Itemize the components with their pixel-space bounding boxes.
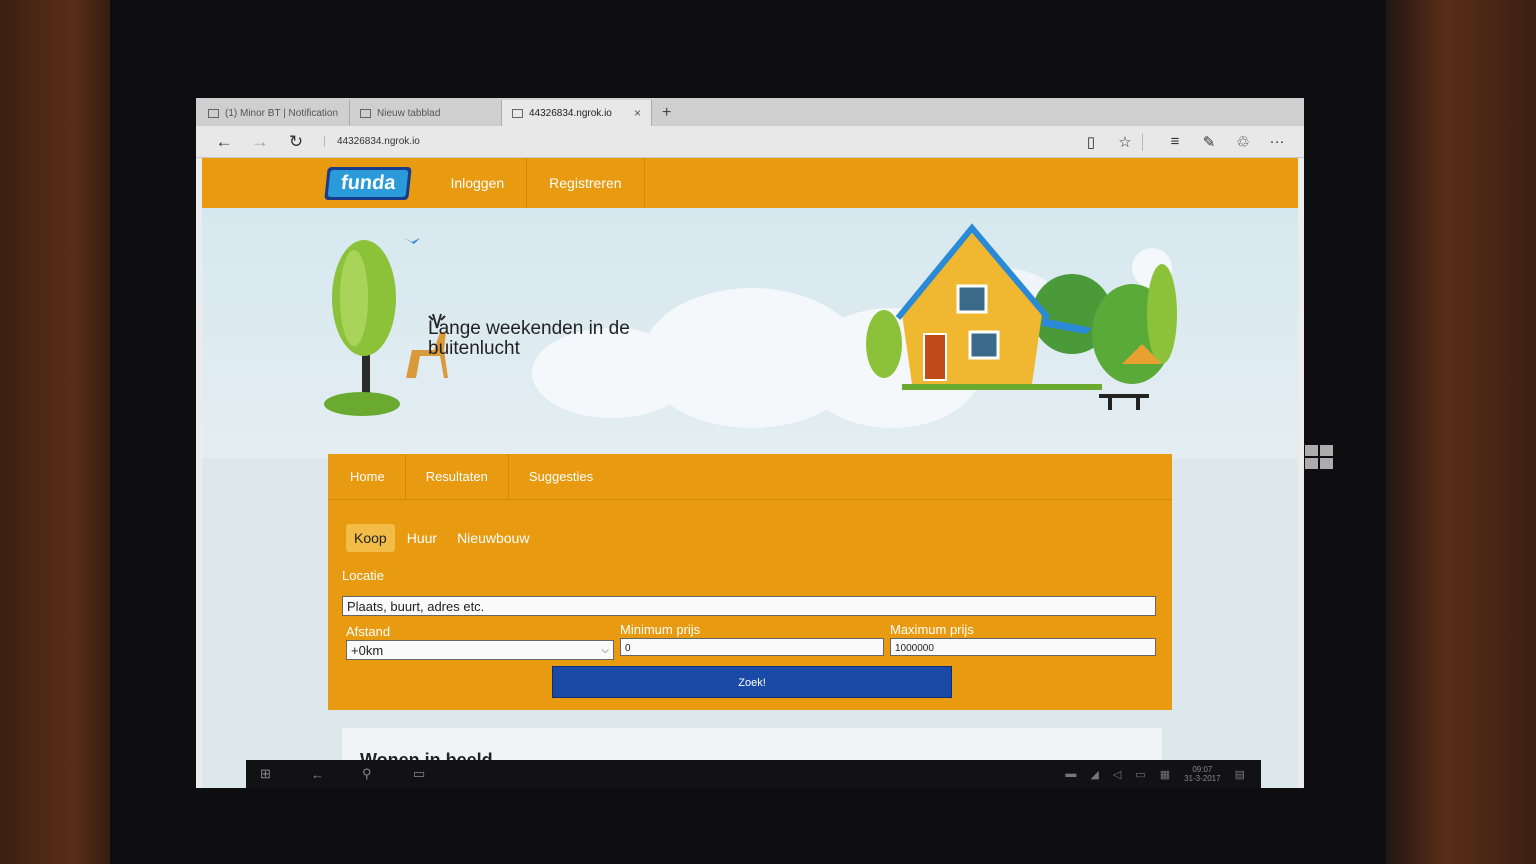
search-icon[interactable]: ⚲ bbox=[362, 766, 413, 782]
more-icon[interactable]: ··· bbox=[1260, 133, 1294, 150]
clock-date: 31-3-2017 bbox=[1184, 774, 1221, 783]
wood-frame-right bbox=[1386, 0, 1536, 864]
login-link[interactable]: Inloggen bbox=[428, 158, 528, 208]
start-icon[interactable]: ⊞ bbox=[260, 766, 311, 782]
logo-text: funda bbox=[327, 169, 409, 197]
tab-huur[interactable]: Huur bbox=[399, 524, 445, 552]
browser-addressbar: ← → ↻ 44326834.ngrok.io ▯ ☆ ≡ ✎ ♲ ··· bbox=[196, 126, 1304, 158]
refresh-icon[interactable]: ↻ bbox=[278, 132, 314, 152]
location-input[interactable]: Plaats, buurt, adres etc. bbox=[342, 596, 1156, 616]
register-link[interactable]: Registreren bbox=[527, 158, 645, 208]
share-icon[interactable]: ♲ bbox=[1226, 133, 1260, 151]
tab-label: 44326834.ngrok.io bbox=[529, 107, 612, 119]
tab-nieuwbouw[interactable]: Nieuwbouw bbox=[449, 524, 537, 552]
subnav-resultaten[interactable]: Resultaten bbox=[406, 453, 509, 500]
hero-title: Lange weekenden in de buitenlucht bbox=[428, 318, 630, 359]
action-center-icon[interactable]: ▤ bbox=[1235, 768, 1245, 781]
taskbar-back-icon[interactable]: ← bbox=[311, 767, 362, 782]
subnav-suggesties[interactable]: Suggesties bbox=[509, 454, 613, 500]
url-field[interactable]: 44326834.ngrok.io bbox=[324, 136, 1074, 147]
max-price-label: Maximum prijs bbox=[890, 622, 974, 637]
min-price-input[interactable]: 0 bbox=[620, 638, 884, 656]
forward-icon[interactable]: → bbox=[242, 132, 278, 152]
distance-select[interactable]: +0km ⌵ bbox=[346, 640, 614, 660]
favorite-star-icon[interactable]: ☆ bbox=[1108, 133, 1142, 151]
max-price-input[interactable]: 1000000 bbox=[890, 638, 1156, 656]
page-icon bbox=[208, 108, 219, 118]
page-icon bbox=[360, 108, 371, 118]
distance-value: +0km bbox=[351, 643, 384, 658]
browser-tabbar: (1) Minor BT | Notification Nieuw tabbla… bbox=[196, 98, 1304, 126]
tab-close-icon[interactable]: × bbox=[634, 106, 641, 120]
search-form: Koop Huur Nieuwbouw Locatie Plaats, buur… bbox=[342, 500, 1158, 710]
page-icon bbox=[512, 108, 523, 118]
tab-label: Nieuw tabblad bbox=[377, 107, 441, 119]
back-icon[interactable]: ← bbox=[206, 132, 242, 152]
new-tab-button[interactable]: + bbox=[652, 100, 681, 126]
funda-logo[interactable]: funda bbox=[324, 166, 413, 200]
type-tabs: Koop Huur Nieuwbouw bbox=[346, 524, 537, 552]
house-illustration bbox=[866, 223, 1177, 410]
clock-time: 09:07 bbox=[1192, 765, 1213, 774]
keyboard-icon[interactable]: ▦ bbox=[1160, 768, 1170, 781]
tab-label: (1) Minor BT | Notification bbox=[225, 107, 339, 119]
search-subnav: Home Resultaten Suggesties bbox=[328, 453, 1172, 500]
min-price-label: Minimum prijs bbox=[620, 622, 701, 637]
web-note-icon[interactable]: ✎ bbox=[1192, 133, 1226, 151]
tray-app-icon[interactable]: ▬ bbox=[1065, 768, 1076, 780]
hub-icon[interactable]: ≡ bbox=[1158, 133, 1192, 150]
wood-frame-left bbox=[0, 0, 120, 864]
tablet-screen: (1) Minor BT | Notification Nieuw tabbla… bbox=[196, 98, 1304, 788]
browser-tab-2[interactable]: Nieuw tabblad bbox=[350, 100, 502, 126]
reading-view-icon[interactable]: ▯ bbox=[1074, 133, 1108, 151]
battery-icon[interactable]: ▭ bbox=[1135, 768, 1145, 781]
toolbar-divider bbox=[1142, 132, 1158, 151]
search-button[interactable]: Zoek! bbox=[552, 666, 952, 698]
browser-tab-3[interactable]: 44326834.ngrok.io × bbox=[502, 100, 652, 126]
hero-banner: Lange weekenden in de buitenlucht bbox=[202, 208, 1298, 458]
windows-taskbar: ⊞ ← ⚲ ▭ ▬ ◢ ◁ ▭ ▦ 09:07 31-3-2017 ▤ bbox=[246, 760, 1261, 788]
hardware-windows-icon[interactable] bbox=[1305, 445, 1333, 469]
location-label: Locatie bbox=[342, 568, 384, 583]
chevron-down-icon: ⌵ bbox=[601, 645, 609, 656]
wifi-icon[interactable]: ◢ bbox=[1090, 768, 1098, 781]
volume-icon[interactable]: ◁ bbox=[1113, 768, 1121, 781]
clock[interactable]: 09:07 31-3-2017 bbox=[1184, 765, 1220, 783]
system-tray: ▬ ◢ ◁ ▭ ▦ 09:07 31-3-2017 ▤ bbox=[1065, 765, 1261, 783]
distance-label: Afstand bbox=[346, 624, 391, 639]
task-view-icon[interactable]: ▭ bbox=[413, 766, 464, 782]
browser-tab-1[interactable]: (1) Minor BT | Notification bbox=[198, 100, 350, 126]
subnav-home[interactable]: Home bbox=[330, 453, 406, 500]
web-page: funda Inloggen Registreren Lange weekend… bbox=[202, 158, 1298, 788]
tab-koop[interactable]: Koop bbox=[346, 524, 395, 552]
search-panel: Home Resultaten Suggesties Koop Huur Nie… bbox=[328, 453, 1172, 710]
